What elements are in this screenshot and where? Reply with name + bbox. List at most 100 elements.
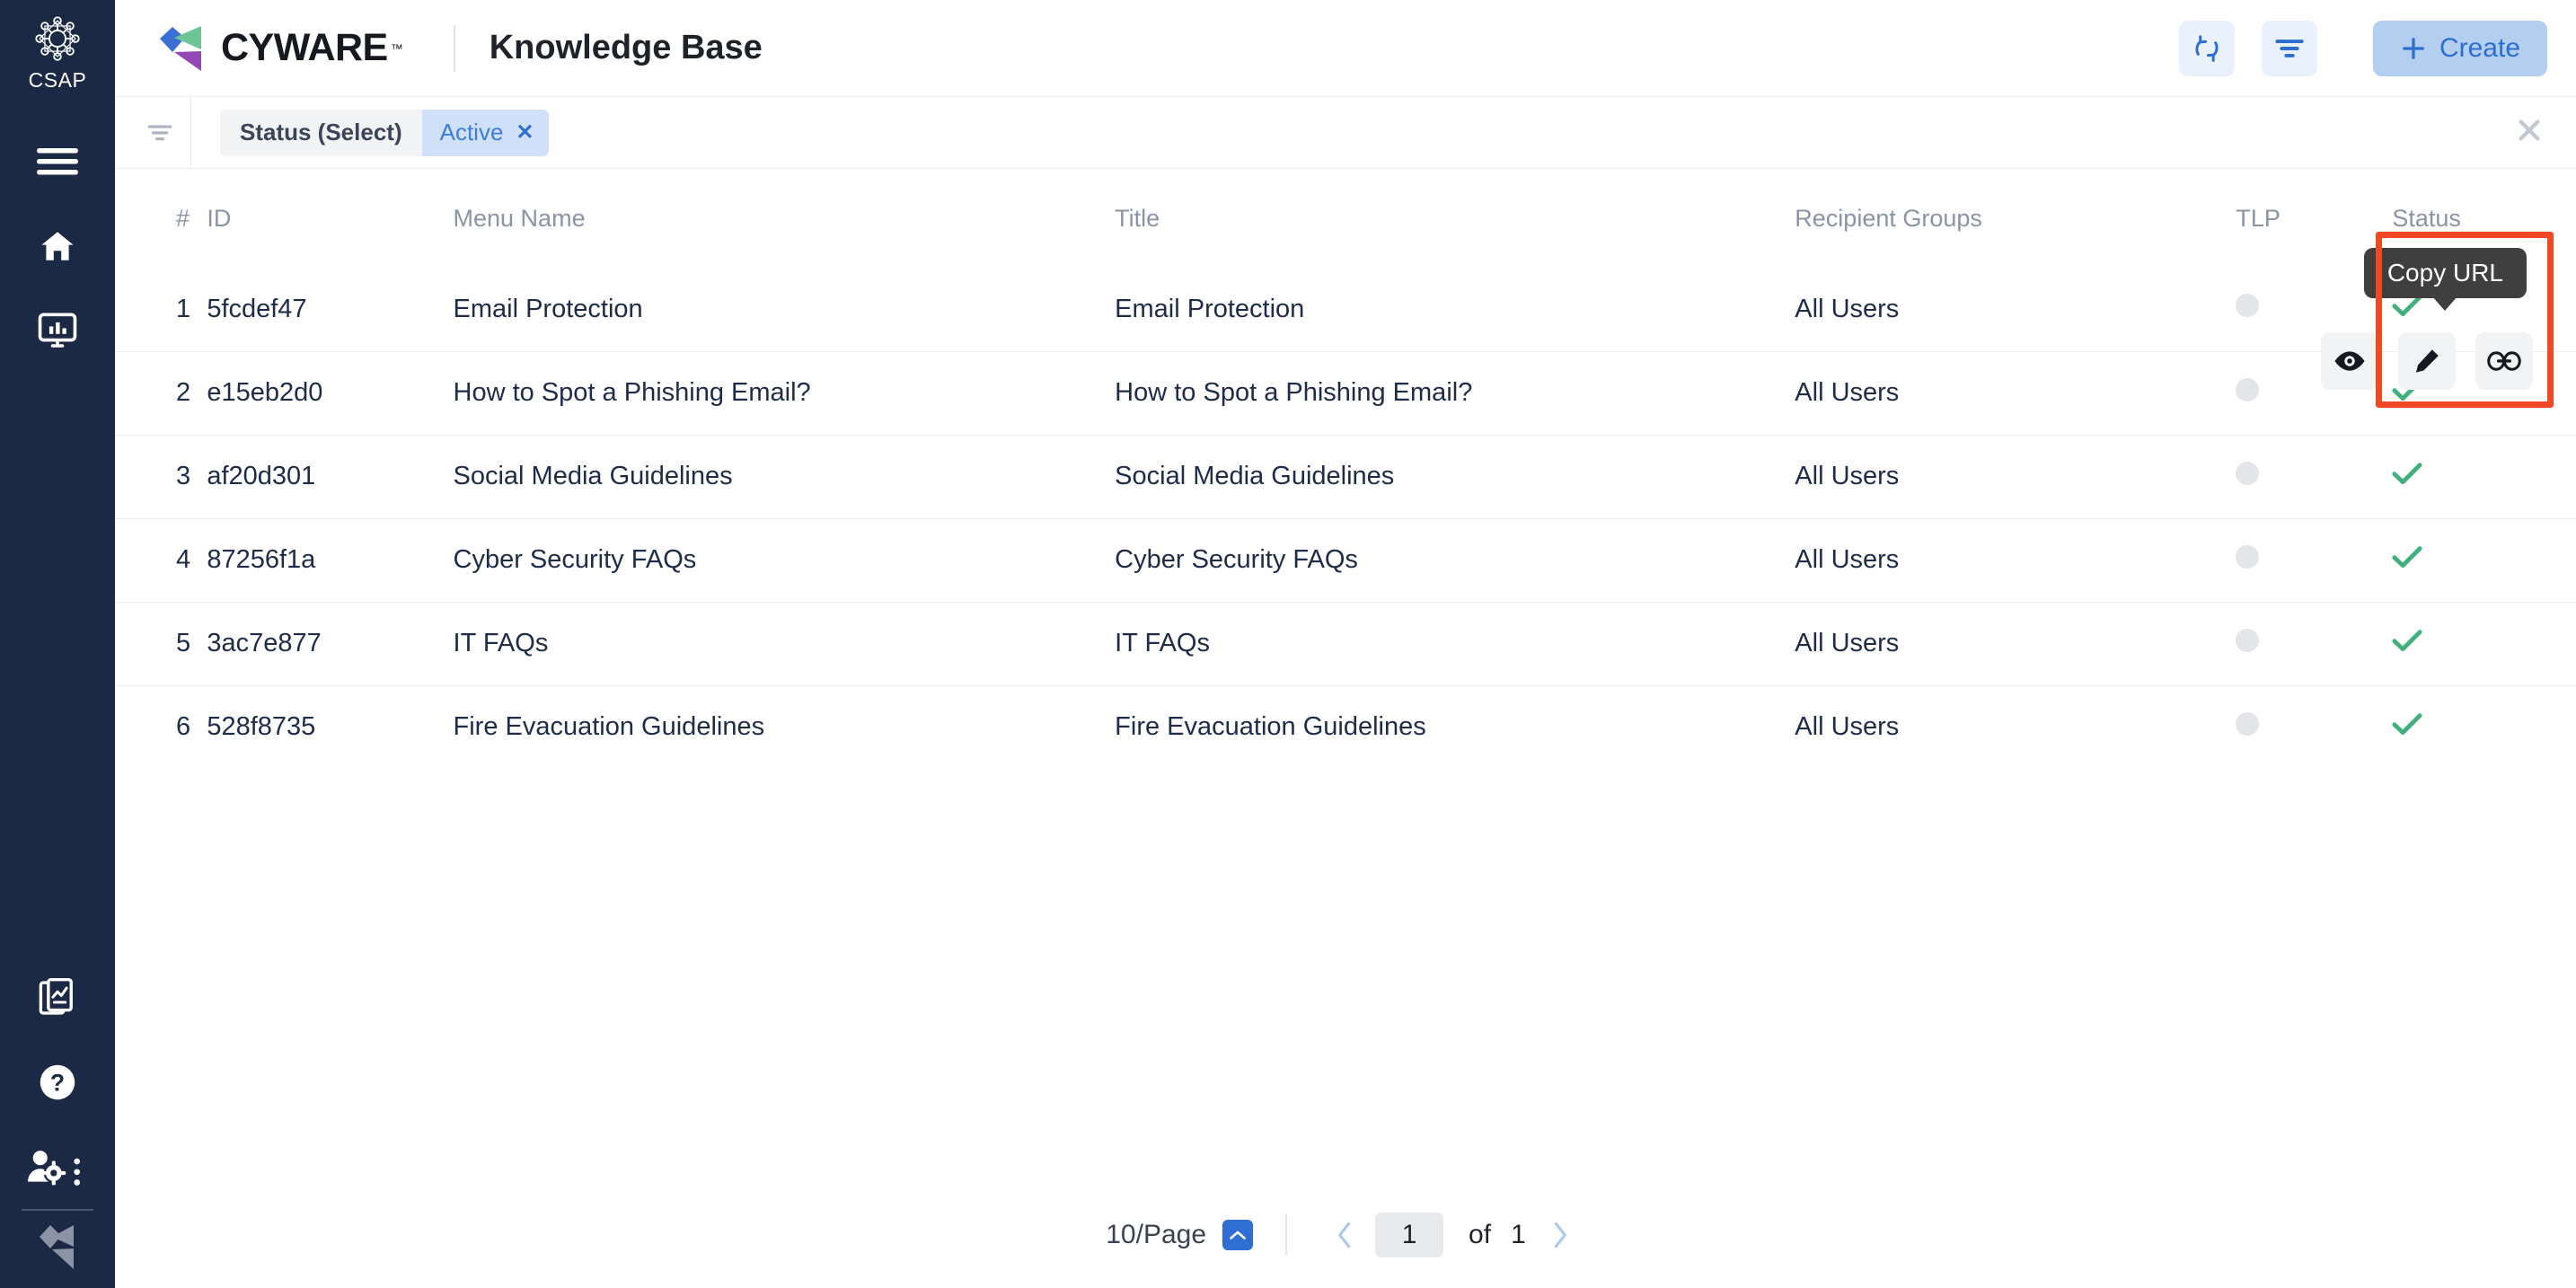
column-header-number[interactable]: # [115, 169, 207, 268]
cyware-wordmark: CYWARE [221, 26, 388, 70]
cell-status [2392, 518, 2576, 602]
cell-id: af20d301 [207, 435, 453, 518]
cell-recipient-groups: All Users [1795, 351, 2236, 435]
sidebar-item-reports[interactable] [0, 970, 115, 1026]
pagination-bar: 10/Page 1 of 1 [115, 1182, 2576, 1288]
cell-recipient-groups: All Users [1795, 435, 2236, 518]
tlp-dot [2236, 712, 2259, 736]
tlp-dot [2236, 545, 2259, 569]
cell-id: 528f8735 [207, 685, 453, 769]
cell-menu-name: How to Spot a Phishing Email? [454, 351, 1116, 435]
cell-title: Fire Evacuation Guidelines [1115, 685, 1795, 769]
question-circle-icon: ? [38, 1063, 77, 1102]
filter-chip-value[interactable]: Active ✕ [422, 110, 549, 156]
current-page-input[interactable]: 1 [1375, 1213, 1443, 1257]
cell-tlp [2236, 518, 2392, 602]
sidebar-item-user-settings[interactable] [0, 1139, 115, 1195]
cell-number: 3 [115, 435, 207, 518]
table-header-row: # ID Menu Name Title Recipient Groups TL… [115, 169, 2576, 268]
table-row[interactable]: 3af20d301Social Media GuidelinesSocial M… [115, 435, 2576, 518]
create-button-label: Create [2439, 33, 2520, 64]
close-x-icon [2515, 116, 2544, 145]
view-button[interactable] [2321, 332, 2378, 390]
status-check-icon [2392, 712, 2422, 743]
tlp-dot [2236, 378, 2259, 401]
cell-number: 4 [115, 518, 207, 602]
left-sidebar: CSAP [0, 0, 115, 1288]
filter-chip-status[interactable]: Status (Select) Active ✕ [220, 110, 549, 156]
trademark-symbol: ™ [391, 41, 403, 56]
total-pages-label: 1 [1511, 1220, 1526, 1250]
tlp-dot [2236, 462, 2259, 485]
cell-recipient-groups: All Users [1795, 685, 2236, 769]
table-row[interactable]: 6528f8735Fire Evacuation GuidelinesFire … [115, 685, 2576, 769]
cell-title: Social Media Guidelines [1115, 435, 1795, 518]
filter-chip-key: Status (Select) [220, 110, 422, 156]
cyware-logo[interactable]: CYWARE ™ [154, 25, 403, 72]
chevron-up-icon [1229, 1230, 1247, 1241]
filter-bar-icon-wrap[interactable] [137, 123, 183, 143]
refresh-icon [2192, 33, 2222, 64]
main-area: CYWARE ™ Knowledge Base [115, 0, 2576, 1288]
eye-icon [2333, 349, 2366, 373]
per-page-dropdown-button[interactable] [1222, 1220, 1253, 1250]
filter-button[interactable] [2262, 21, 2317, 76]
kebab-menu-icon [74, 1159, 80, 1186]
previous-page-button[interactable] [1319, 1221, 1370, 1249]
home-icon [38, 227, 77, 265]
cell-menu-name: Social Media Guidelines [454, 435, 1116, 518]
table-row[interactable]: 487256f1aCyber Security FAQsCyber Securi… [115, 518, 2576, 602]
top-header: CYWARE ™ Knowledge Base [115, 0, 2576, 97]
tlp-dot [2236, 294, 2259, 317]
hamburger-icon [37, 146, 78, 177]
edit-button[interactable] [2398, 332, 2456, 390]
table-row[interactable]: 15fcdef47Email ProtectionEmail Protectio… [115, 268, 2576, 351]
page-title: Knowledge Base [490, 29, 763, 67]
cell-menu-name: Cyber Security FAQs [454, 518, 1116, 602]
create-button[interactable]: Create [2373, 21, 2547, 76]
column-header-menu-name[interactable]: Menu Name [454, 169, 1116, 268]
cell-title: IT FAQs [1115, 602, 1795, 685]
status-check-icon [2392, 294, 2422, 324]
cell-number: 2 [115, 351, 207, 435]
cyware-mark-icon [34, 1225, 81, 1270]
sidebar-brand[interactable]: CSAP [0, 0, 115, 93]
table-row[interactable]: 2e15eb2d0How to Spot a Phishing Email?Ho… [115, 351, 2576, 435]
table-row[interactable]: 53ac7e877IT FAQsIT FAQsAll Users [115, 602, 2576, 685]
filter-icon [2274, 37, 2305, 60]
row-action-buttons [2321, 332, 2533, 390]
sidebar-item-menu-toggle[interactable] [0, 134, 115, 190]
dashboard-monitor-icon [38, 313, 77, 348]
cell-status [2392, 435, 2576, 518]
report-document-icon [39, 978, 76, 1018]
filter-chip-remove-icon[interactable]: ✕ [516, 119, 534, 146]
refresh-button[interactable] [2179, 21, 2235, 76]
csap-logo-icon [31, 13, 84, 65]
pagination-divider [1285, 1214, 1287, 1256]
sidebar-item-dashboard[interactable] [0, 303, 115, 358]
filter-bar-divider [190, 97, 191, 169]
filter-bar: Status (Select) Active ✕ [115, 97, 2576, 169]
sidebar-item-cyware-footer-logo[interactable] [0, 1220, 115, 1275]
cell-recipient-groups: All Users [1795, 268, 2236, 351]
chevron-left-icon [1336, 1221, 1354, 1249]
cell-title: How to Spot a Phishing Email? [1115, 351, 1795, 435]
copy-url-button[interactable] [2475, 332, 2533, 390]
cell-menu-name: Fire Evacuation Guidelines [454, 685, 1116, 769]
copy-url-tooltip: Copy URL [2364, 248, 2527, 298]
cell-id: 5fcdef47 [207, 268, 453, 351]
column-header-recipient-groups[interactable]: Recipient Groups [1795, 169, 2236, 268]
column-header-id[interactable]: ID [207, 169, 453, 268]
column-header-title[interactable]: Title [1115, 169, 1795, 268]
cell-recipient-groups: All Users [1795, 602, 2236, 685]
cell-title: Email Protection [1115, 268, 1795, 351]
filter-bar-close-button[interactable] [2515, 116, 2544, 149]
sidebar-item-home[interactable] [0, 218, 115, 274]
cell-id: 3ac7e877 [207, 602, 453, 685]
next-page-button[interactable] [1535, 1221, 1585, 1249]
cell-number: 5 [115, 602, 207, 685]
cell-status [2392, 602, 2576, 685]
sidebar-item-help[interactable]: ? [0, 1054, 115, 1110]
cell-menu-name: IT FAQs [454, 602, 1116, 685]
cell-recipient-groups: All Users [1795, 518, 2236, 602]
